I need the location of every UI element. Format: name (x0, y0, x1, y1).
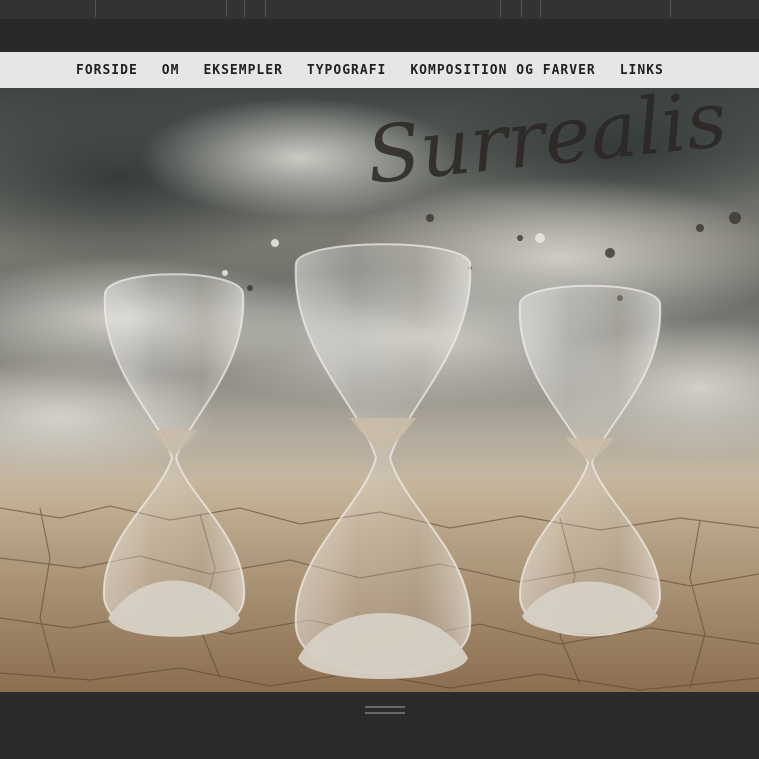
menu-handle-icon[interactable] (365, 706, 405, 716)
toolbar-segment[interactable] (540, 0, 671, 17)
top-toolbar-strip (0, 0, 759, 20)
nav-item-typografi[interactable]: Typografi (307, 63, 386, 78)
nav-item-forside[interactable]: Forside (76, 63, 138, 78)
header-band (0, 19, 759, 52)
hourglass-center (294, 243, 472, 679)
nav-item-om[interactable]: Om (162, 63, 180, 78)
hourglass-right (518, 284, 662, 637)
toolbar-segment[interactable] (500, 0, 522, 17)
toolbar-segment[interactable] (95, 0, 227, 17)
bottom-bar (0, 692, 759, 759)
toolbar-segment[interactable] (244, 0, 266, 17)
nav-item-links[interactable]: Links (620, 63, 664, 78)
main-navigation: Forside Om Eksempler Typografi Kompositi… (0, 52, 759, 89)
hero-image: Surrealis (0, 88, 759, 692)
nav-item-komposition-og-farver[interactable]: Komposition og farver (410, 63, 595, 78)
surreal-hourglass-illustration: Surrealis (0, 88, 759, 692)
nav-menu: Forside Om Eksempler Typografi Kompositi… (76, 52, 664, 88)
nav-item-eksempler[interactable]: Eksempler (203, 63, 282, 78)
